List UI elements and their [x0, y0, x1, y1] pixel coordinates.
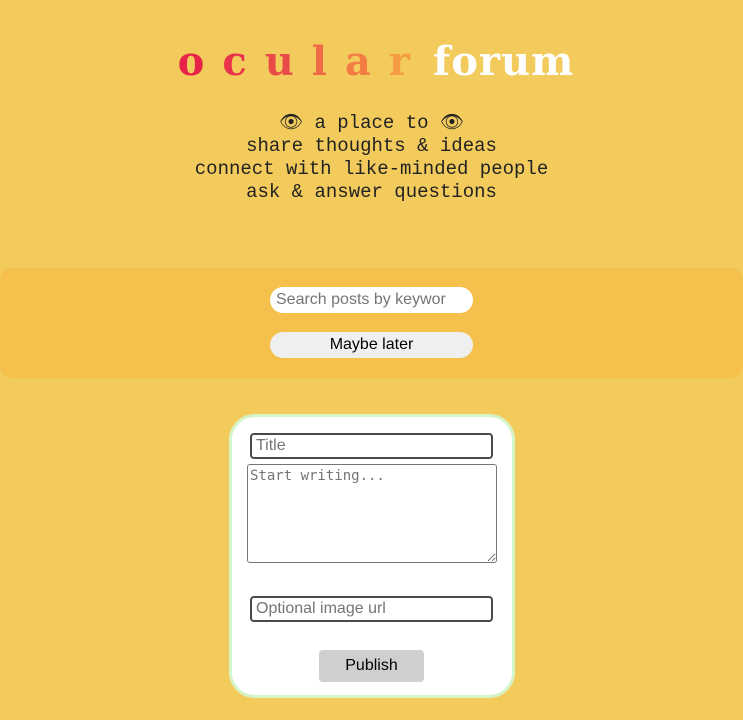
- title-input[interactable]: [250, 433, 493, 459]
- maybe-later-button[interactable]: Maybe later: [270, 332, 473, 358]
- logo-letter: u: [264, 38, 294, 85]
- search-input[interactable]: [270, 287, 473, 313]
- tagline-line: connect with like-minded people: [194, 158, 549, 180]
- logo-word: forum: [432, 38, 575, 85]
- logo-letter: r: [388, 38, 410, 85]
- post-body-textarea[interactable]: [247, 464, 497, 563]
- publish-button[interactable]: Publish: [319, 650, 424, 682]
- header: o c u l a r forum: [0, 38, 743, 86]
- logo-letter: o: [177, 38, 205, 85]
- logo-letter: l: [311, 38, 327, 85]
- image-url-input[interactable]: [250, 596, 493, 622]
- tagline-line: ask & answer questions: [246, 181, 497, 203]
- logo-letter: a: [344, 38, 371, 85]
- tagline: 👁 a place to 👁 share thoughts & ideas co…: [0, 112, 743, 204]
- search-section: [0, 268, 743, 378]
- site-logo[interactable]: o c u l a r forum: [0, 38, 743, 86]
- logo-letter: c: [222, 38, 247, 85]
- tagline-line: 👁 a place to 👁: [278, 112, 465, 134]
- tagline-line: share thoughts & ideas: [246, 135, 497, 157]
